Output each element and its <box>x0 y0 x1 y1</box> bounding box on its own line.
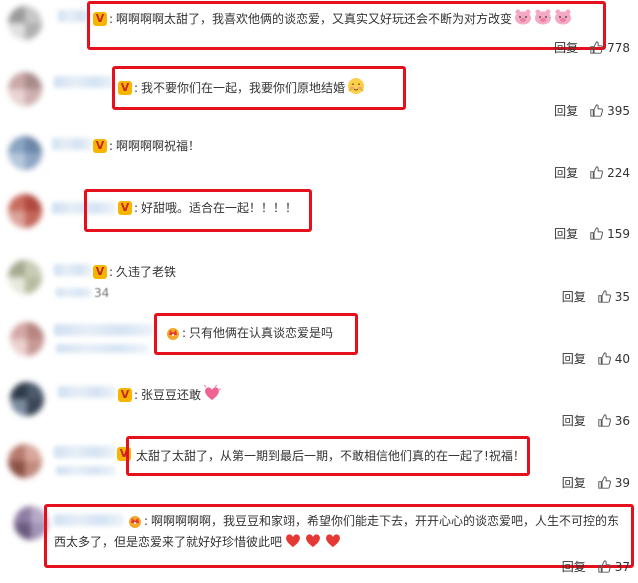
like-button[interactable]: 159 <box>590 227 630 241</box>
like-button[interactable]: 36 <box>598 414 630 428</box>
like-button[interactable]: 778 <box>590 41 630 55</box>
highlight-box <box>84 189 312 232</box>
comment-text: 张豆豆还敢 <box>141 388 202 402</box>
sub-count: 34 <box>94 286 110 300</box>
thumbs-up-icon <box>598 290 611 303</box>
reply-button[interactable]: 回复 <box>554 39 578 56</box>
reply-button[interactable]: 回复 <box>554 225 578 242</box>
username[interactable] <box>52 138 92 150</box>
highlight-box <box>44 504 634 568</box>
username[interactable] <box>54 264 92 276</box>
comment-item: V : 啊啊啊啊太甜了，我喜欢他俩的谈恋爱，又真实又好玩还会不断为对方改变 回复… <box>0 0 638 62</box>
avatar[interactable] <box>8 72 42 106</box>
like-button[interactable]: 40 <box>598 352 630 366</box>
blurred-meta <box>56 288 92 297</box>
like-count: 778 <box>607 40 630 55</box>
reply-button[interactable]: 回复 <box>554 164 578 181</box>
thumbs-up-icon <box>598 476 611 489</box>
vip-badge-icon: V <box>93 264 107 279</box>
thumbs-up-icon <box>590 227 604 240</box>
vip-badge-icon: V <box>118 387 132 402</box>
reply-button[interactable]: 回复 <box>562 412 586 429</box>
like-count: 40 <box>614 351 630 366</box>
reply-button[interactable]: 回复 <box>554 102 578 119</box>
like-count: 224 <box>607 165 630 180</box>
blurred-meta <box>56 466 116 475</box>
comment-text: 啊啊啊啊祝福！ <box>116 139 201 153</box>
comment-item: V : 久违了老铁 34 回复 35 <box>0 246 638 308</box>
avatar[interactable] <box>8 194 42 228</box>
like-button[interactable]: 37 <box>598 560 630 574</box>
username[interactable] <box>54 324 154 336</box>
like-count: 35 <box>614 289 630 304</box>
like-button[interactable]: 395 <box>590 104 630 118</box>
vip-badge-icon: V <box>93 138 107 153</box>
comment-item: V : 好甜哦。适合在一起！！！！ 回复 159 <box>0 184 638 246</box>
comment-item: V : 张豆豆还敢 回复 36 <box>0 372 638 432</box>
comment-item: : 只有他俩在认真谈恋爱是吗 回复 40 <box>0 308 638 372</box>
heart-burst-icon <box>203 384 222 404</box>
like-count: 39 <box>614 475 630 490</box>
comment-item: V : 啊啊啊啊祝福！ 回复 224 <box>0 124 638 184</box>
reply-button[interactable]: 回复 <box>562 474 586 491</box>
like-button[interactable]: 39 <box>598 476 630 490</box>
like-button[interactable]: 224 <box>590 166 630 180</box>
reply-button[interactable]: 回复 <box>562 350 586 367</box>
thumbs-up-icon <box>598 560 611 573</box>
highlight-box <box>112 66 406 110</box>
avatar[interactable] <box>14 506 48 540</box>
thumbs-up-icon <box>598 414 611 427</box>
highlight-box <box>126 436 530 476</box>
username[interactable] <box>54 76 116 88</box>
avatar[interactable] <box>8 136 42 170</box>
thumbs-up-icon <box>598 352 611 365</box>
avatar[interactable] <box>10 322 44 356</box>
like-count: 37 <box>614 559 630 574</box>
thumbs-up-icon <box>590 104 604 117</box>
reply-button[interactable]: 回复 <box>562 558 586 575</box>
like-count: 395 <box>607 103 630 118</box>
comment-text: 久违了老铁 <box>116 265 177 279</box>
avatar[interactable] <box>8 260 42 294</box>
username[interactable] <box>58 386 116 398</box>
avatar[interactable] <box>8 6 42 40</box>
thumbs-up-icon <box>590 166 604 179</box>
like-count: 36 <box>614 413 630 428</box>
avatar[interactable] <box>10 382 44 416</box>
like-count: 159 <box>607 226 630 241</box>
highlight-box <box>87 1 606 50</box>
comment-item: V : 我不要你们在一起，我要你们原地结婚 回复 395 <box>0 62 638 124</box>
thumbs-up-icon <box>590 41 604 54</box>
reply-button[interactable]: 回复 <box>562 288 586 305</box>
comment-item: : 啊啊啊啊啊，我豆豆和家翊，希望你们能走下去，开开心心的谈恋爱吧，人生不可控的… <box>0 496 638 583</box>
username[interactable] <box>54 446 116 458</box>
blurred-meta <box>56 344 148 353</box>
highlight-box <box>154 313 358 355</box>
comment-item: 太甜了太甜了，从第一期到最后一期，不敢相信他们真的在一起了!祝福！ V 回复 3… <box>0 432 638 496</box>
avatar[interactable] <box>8 444 42 478</box>
like-button[interactable]: 35 <box>598 290 630 304</box>
